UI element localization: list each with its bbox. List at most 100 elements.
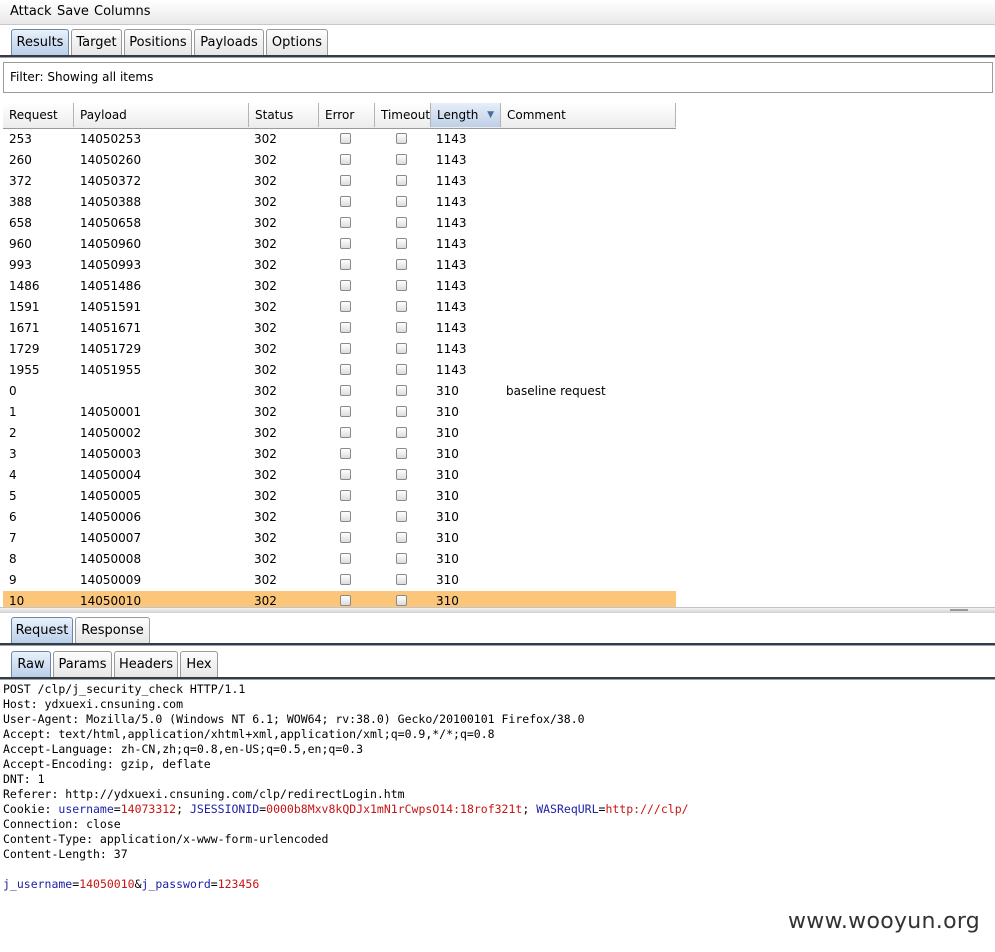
table-row[interactable]: 658 14050658 302 1143 [3,213,676,234]
table-row[interactable]: 0 302 310 baseline request [3,381,676,402]
table-row[interactable]: 1 14050001 302 310 [3,402,676,423]
column-header-payload[interactable]: Payload [74,103,249,127]
table-row[interactable]: 10 14050010 302 310 [3,591,676,607]
cell-status: 302 [254,363,277,377]
timeout-checkbox [396,385,407,396]
menu-columns[interactable]: Columns [94,4,151,19]
table-row[interactable]: 2 14050002 302 310 [3,423,676,444]
cell-length: 310 [436,573,459,587]
table-row[interactable]: 8 14050008 302 310 [3,549,676,570]
tab-response[interactable]: Response [75,617,150,643]
request-text: Host: ydxuexi.cnsuning.com [3,697,184,711]
table-row[interactable]: 372 14050372 302 1143 [3,171,676,192]
column-header-length[interactable]: Length ▼ [431,103,501,127]
table-row[interactable]: 1671 14051671 302 1143 [3,318,676,339]
cell-request: 1729 [9,342,40,356]
table-row[interactable]: 9 14050009 302 310 [3,570,676,591]
cell-comment: baseline request [506,384,606,398]
cell-request: 260 [9,153,32,167]
table-row[interactable]: 1955 14051955 302 1143 [3,360,676,381]
error-checkbox [340,364,351,375]
table-row[interactable]: 253 14050253 302 1143 [3,129,676,150]
table-row[interactable]: 1486 14051486 302 1143 [3,276,676,297]
cell-request: 8 [9,552,17,566]
table-row[interactable]: 4 14050004 302 310 [3,465,676,486]
table-row[interactable]: 260 14050260 302 1143 [3,150,676,171]
filter-bar[interactable]: Filter: Showing all items [3,62,993,93]
error-checkbox [340,238,351,249]
cell-status: 302 [254,489,277,503]
cell-payload: 14050260 [80,153,142,167]
cell-request: 6 [9,510,17,524]
error-checkbox [340,217,351,228]
tab-raw[interactable]: Raw [11,651,51,677]
cell-status: 302 [254,279,277,293]
cell-status: 302 [254,132,277,146]
timeout-checkbox [396,343,407,354]
request-text: Connection: close [3,817,121,831]
cell-length: 1143 [436,342,467,356]
tab-target[interactable]: Target [71,29,122,55]
cell-status: 302 [254,195,277,209]
menu-save[interactable]: Save [57,4,89,19]
table-row[interactable]: 388 14050388 302 1143 [3,192,676,213]
table-row[interactable]: 5 14050005 302 310 [3,486,676,507]
column-header-timeout[interactable]: Timeout [375,103,431,127]
timeout-checkbox [396,217,407,228]
table-row[interactable]: 1729 14051729 302 1143 [3,339,676,360]
table-row[interactable]: 3 14050003 302 310 [3,444,676,465]
tab-hex[interactable]: Hex [180,651,218,677]
tab-options[interactable]: Options [266,29,328,55]
cell-request: 1955 [9,363,40,377]
menu-attack[interactable]: Attack [10,4,52,19]
error-checkbox [340,406,351,417]
cell-length: 310 [436,468,459,482]
tab-payloads[interactable]: Payloads [194,29,264,55]
tab-positions[interactable]: Positions [124,29,192,55]
request-text: ; [522,802,537,816]
table-row[interactable]: 6 14050006 302 310 [3,507,676,528]
request-text: Accept: text/html,application/xhtml+xml,… [3,727,495,741]
tab-request[interactable]: Request [11,617,73,643]
request-line: Content-Length: 37 [3,847,689,862]
tab-results[interactable]: Results [11,29,69,55]
cell-payload: 14050004 [80,468,142,482]
param-name: j_password [141,877,211,891]
table-row[interactable]: 993 14050993 302 1143 [3,255,676,276]
request-line: Accept-Language: zh-CN,zh;q=0.8,en-US;q=… [3,742,689,757]
error-checkbox [340,427,351,438]
cell-request: 372 [9,174,32,188]
splitter-grip-icon[interactable] [950,609,968,611]
cell-request: 658 [9,216,32,230]
cell-length: 1143 [436,216,467,230]
request-text: ; [176,802,190,816]
column-header-status[interactable]: Status [249,103,319,127]
tab-headers[interactable]: Headers [114,651,178,677]
cell-length: 1143 [436,195,467,209]
cell-length: 1143 [436,321,467,335]
error-checkbox [340,133,351,144]
pane-splitter[interactable] [0,607,995,613]
error-checkbox [340,343,351,354]
cell-length: 1143 [436,132,467,146]
error-checkbox [340,595,351,606]
cell-status: 302 [254,237,277,251]
table-row[interactable]: 960 14050960 302 1143 [3,234,676,255]
cell-request: 10 [9,594,25,607]
cell-request: 993 [9,258,32,272]
table-row[interactable]: 7 14050007 302 310 [3,528,676,549]
cell-payload: 14051671 [80,321,142,335]
cell-status: 302 [254,510,277,524]
column-header-request[interactable]: Request [3,103,74,127]
cell-payload: 14050993 [80,258,142,272]
error-checkbox [340,280,351,291]
column-header-error[interactable]: Error [319,103,375,127]
cell-status: 302 [254,174,277,188]
tab-params[interactable]: Params [53,651,112,677]
request-line: Host: ydxuexi.cnsuning.com [3,697,689,712]
raw-request-editor[interactable]: POST /clp/j_security_check HTTP/1.1 Host:… [3,682,689,892]
column-header-comment[interactable]: Comment [501,103,676,127]
cell-length: 1143 [436,174,467,188]
error-checkbox [340,553,351,564]
table-row[interactable]: 1591 14051591 302 1143 [3,297,676,318]
